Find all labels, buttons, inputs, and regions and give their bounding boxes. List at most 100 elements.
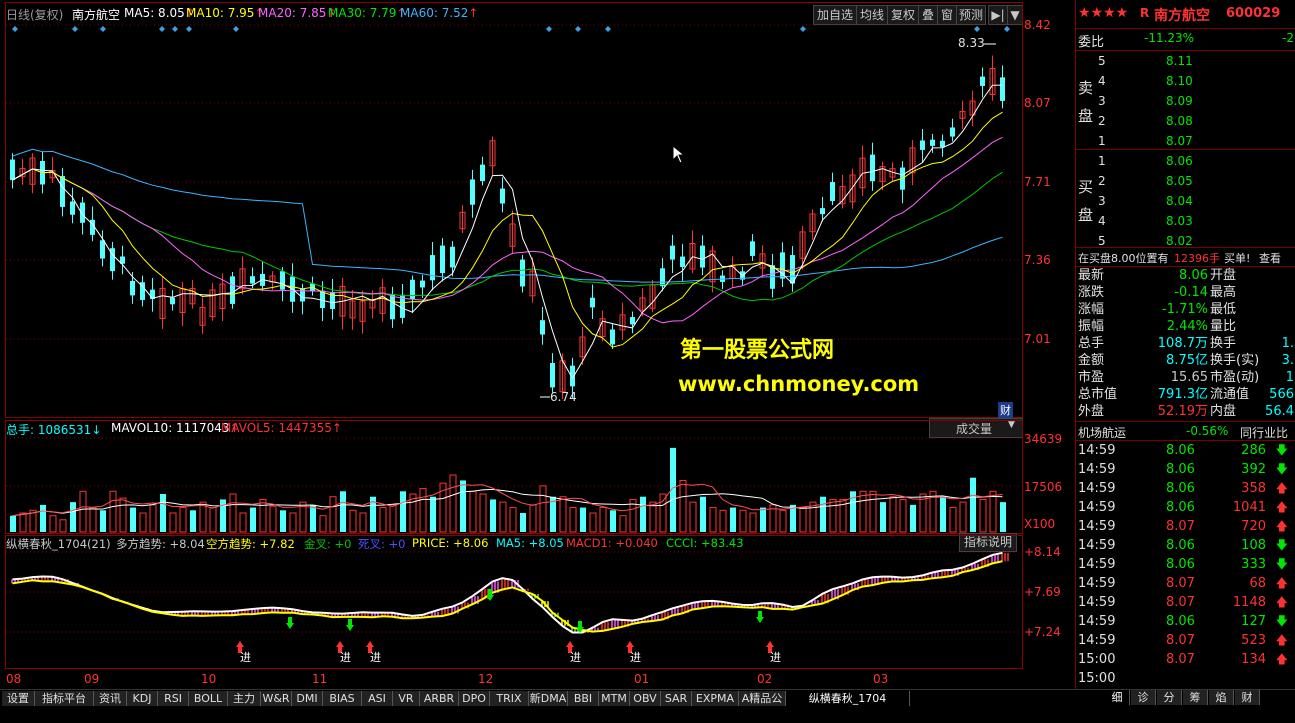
indicator-tab-7[interactable]: W&R	[261, 691, 292, 706]
stat-label: 最高	[1210, 285, 1237, 300]
orderbook-row[interactable]: 2 8.08	[1094, 111, 1294, 131]
indicator-tab-13[interactable]: DPO	[459, 691, 490, 706]
quote-tab-5[interactable]: 财	[1235, 690, 1260, 705]
indicator-tab-21[interactable]: A精品公式	[739, 691, 786, 720]
candle-down	[410, 279, 415, 300]
kline-chart[interactable]	[0, 0, 1075, 420]
candle-down	[870, 154, 875, 182]
indicator-tab-2[interactable]: 资讯	[94, 691, 127, 706]
candle-down	[480, 164, 485, 182]
notice-link[interactable]: 查看	[1259, 250, 1281, 266]
indicator-tab-14[interactable]: TRIX	[490, 691, 529, 706]
orderbook-level: 2	[1098, 174, 1106, 188]
main-chart-panel[interactable]: 日线(复权) 南方航空 MA5: 8.05↑ MA10: 7.95↑ MA20:…	[0, 0, 1075, 689]
orderbook-row[interactable]: 5 8.02	[1094, 231, 1294, 251]
sell-arrow-icon	[286, 617, 294, 629]
indicator-tab-12[interactable]: ARBR	[420, 691, 459, 706]
volume-bar	[580, 507, 586, 532]
sector-row[interactable]: 机场航运 -0.56% 同行业比	[1076, 423, 1295, 440]
indicator-tab-18[interactable]: OBV	[630, 691, 661, 706]
orderbook-row[interactable]: 2 8.05	[1094, 171, 1294, 191]
tick-time: 14:59	[1078, 500, 1116, 515]
volume-chart[interactable]	[0, 420, 1075, 535]
candle-down	[700, 245, 705, 268]
orderbook-row[interactable]: 3 8.09	[1094, 91, 1294, 111]
orderbook-row[interactable]: 4 8.10	[1094, 71, 1294, 91]
orderbook-row[interactable]: 1 8.06	[1094, 151, 1294, 171]
orderbook-row[interactable]: 5 8.11	[1094, 51, 1294, 71]
stat-row: 外盘 52.19万 内盘 56.4	[1076, 403, 1295, 420]
indicator-tab-11[interactable]: VR	[393, 691, 420, 706]
orderbook-level: 1	[1098, 154, 1106, 168]
quote-tab-3[interactable]: 筹	[1183, 690, 1208, 705]
volume-bar	[829, 498, 837, 533]
indicator-tab-6[interactable]: 主力	[228, 691, 261, 706]
volume-bar	[700, 496, 706, 532]
stat-row: 最新 8.06 开盘	[1076, 267, 1295, 284]
month-tick: 08	[6, 672, 22, 686]
candle-down	[610, 329, 615, 345]
status-strip	[0, 706, 1295, 723]
volume-bar	[499, 501, 507, 533]
candle-down	[670, 245, 675, 260]
bull-trend-line	[12, 551, 1003, 634]
quote-tab-1[interactable]: 诊	[1131, 690, 1156, 705]
quote-tab-0[interactable]: 细	[1105, 690, 1130, 705]
volume-bar	[160, 494, 166, 532]
indicator-tab-20[interactable]: EXPMA	[692, 691, 739, 706]
orderbook-price: 8.02	[1166, 234, 1193, 248]
candle-down	[750, 241, 755, 256]
indicator-tab-15[interactable]: 新DMA	[529, 691, 568, 706]
month-tick: 12	[478, 672, 494, 686]
ma10-line	[12, 111, 1003, 348]
stat-label: 涨跌	[1078, 285, 1105, 300]
volume-bar	[460, 480, 466, 532]
volume-bar	[269, 505, 277, 533]
sector-compare-button[interactable]: 同行业比	[1240, 424, 1288, 441]
volume-bar	[709, 507, 717, 533]
indicator-chart[interactable]: 进进进进进进	[0, 535, 1075, 670]
indicator-tab-19[interactable]: SAR	[661, 691, 692, 706]
quote-tab-2[interactable]: 分	[1157, 690, 1182, 705]
orderbook-row[interactable]: 3 8.04	[1094, 191, 1294, 211]
volume-bar	[679, 479, 687, 533]
volume-bar	[40, 504, 46, 532]
month-tick: 09	[84, 672, 100, 686]
indicator-tab-3[interactable]: KDJ	[127, 691, 158, 706]
orderbook-row[interactable]: 4 8.03	[1094, 211, 1294, 231]
finance-badge[interactable]: 财	[998, 402, 1013, 418]
volume-bar	[250, 507, 256, 532]
tick-volume: 127	[1241, 614, 1266, 629]
sell-arrow-icon	[486, 589, 494, 601]
tick-time: 15:00	[1078, 652, 1116, 667]
volume-bar	[79, 490, 87, 533]
up-arrow-icon: 🡅	[1275, 595, 1288, 609]
volume-bar	[739, 509, 747, 533]
buy-side-label: 买盘	[1078, 178, 1094, 224]
indicator-tab-9[interactable]: BIAS	[323, 691, 362, 706]
weibi-extra: -2	[1282, 31, 1294, 45]
orderbook-price: 8.11	[1166, 54, 1193, 68]
indicator-tab-5[interactable]: BOLL	[189, 691, 228, 706]
indicator-tab-17[interactable]: MTM	[599, 691, 630, 706]
orderbook-row[interactable]: 1 8.07	[1094, 131, 1294, 151]
tick-price: 8.06	[1166, 500, 1195, 515]
indicator-tab-22[interactable]: 纵横春秋_1704	[786, 691, 910, 706]
indicator-tab-0[interactable]: 设置	[2, 691, 35, 706]
candle-down	[930, 139, 935, 146]
up-arrow-icon: 🡅	[1275, 481, 1288, 495]
indicator-tab-1[interactable]: 指标平台	[35, 691, 94, 706]
stat-value: 2.44%	[1166, 319, 1208, 334]
sector-change: -0.56%	[1186, 424, 1229, 438]
stat-label: 最新	[1078, 268, 1105, 283]
quote-tab-4[interactable]: 焰	[1209, 690, 1234, 705]
quote-stock-code: 600029	[1226, 6, 1281, 21]
indicator-tab-10[interactable]: ASI	[362, 691, 393, 706]
indicator-tab-4[interactable]: RSI	[158, 691, 189, 706]
tick-volume: 523	[1241, 633, 1266, 648]
quote-panel: ★★★★ R 南方航空 600029 委比 -11.23% -2 卖盘 5 8.1…	[1075, 0, 1295, 689]
indicator-tab-8[interactable]: DMI	[292, 691, 323, 706]
volume-bar	[400, 491, 406, 532]
big-order-notice[interactable]: 在买盘8.00位置有 12396手 买单! 查看	[1076, 249, 1295, 265]
indicator-tab-16[interactable]: BBI	[568, 691, 599, 706]
